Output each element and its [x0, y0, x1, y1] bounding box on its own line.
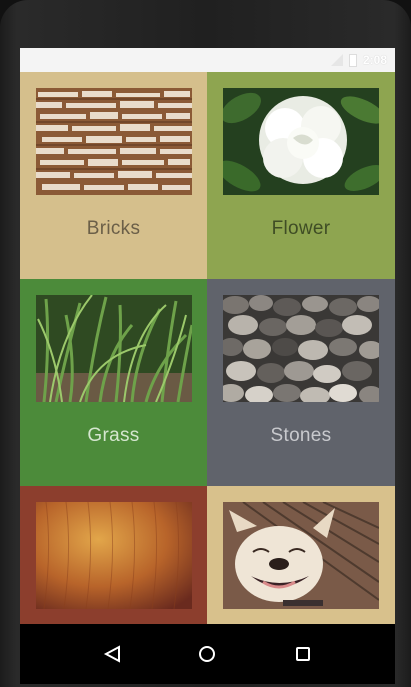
tile-label-grass: Grass	[87, 425, 140, 446]
recents-icon[interactable]	[291, 642, 315, 666]
phone-frame: 2:08 Bricks Flower Grass Stones	[0, 0, 411, 687]
back-icon[interactable]	[100, 642, 124, 666]
battery-icon	[348, 53, 357, 67]
tile-bricks[interactable]: Bricks	[20, 72, 207, 279]
signal-icon	[330, 54, 343, 66]
bricks-image	[36, 88, 192, 195]
stones-image	[223, 295, 379, 402]
status-bar: 2:08	[20, 48, 395, 72]
wood-image	[36, 502, 192, 609]
tile-wood[interactable]	[20, 486, 207, 624]
dog-image	[223, 502, 379, 609]
screen: 2:08 Bricks Flower Grass Stones	[20, 48, 395, 684]
tile-dog[interactable]	[207, 486, 395, 624]
home-icon[interactable]	[195, 642, 219, 666]
tile-flower[interactable]: Flower	[207, 72, 395, 279]
flower-image	[223, 88, 379, 195]
status-time: 2:08	[362, 53, 387, 67]
grass-image	[36, 295, 192, 402]
tile-stones[interactable]: Stones	[207, 279, 395, 486]
tile-label-bricks: Bricks	[86, 218, 141, 239]
tile-grass[interactable]: Grass	[20, 279, 207, 486]
tile-label-flower: Flower	[271, 218, 331, 239]
tile-label-stones: Stones	[270, 425, 332, 446]
navigation-bar	[20, 624, 395, 684]
tile-grid: Bricks Flower Grass Stones	[20, 72, 395, 624]
